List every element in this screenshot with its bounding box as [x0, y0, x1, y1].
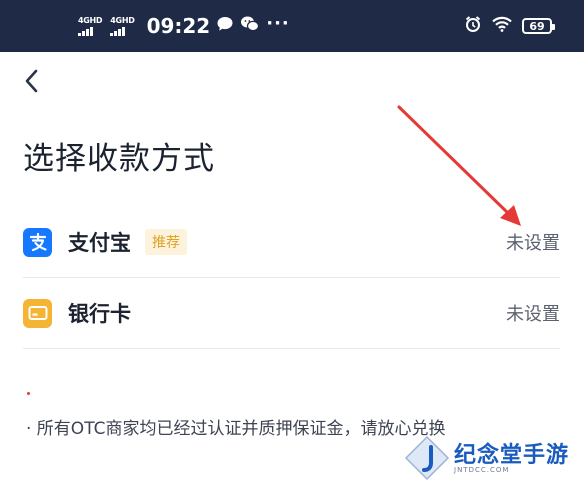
clock: 09:22 — [146, 14, 211, 38]
red-dot-marker — [27, 392, 30, 395]
message-icon — [216, 15, 234, 37]
watermark-subtext: JNTDCC.COM — [454, 466, 510, 474]
alarm-icon — [464, 15, 482, 37]
status-bar-right: 69 — [464, 0, 555, 52]
back-button[interactable] — [18, 66, 48, 96]
network-type-label: 4GHD — [78, 15, 103, 25]
watermark-text: 纪念堂手游 — [454, 443, 570, 468]
status-bar-left: 4GHD 4GHD 09:22 ··· — [78, 0, 290, 52]
recommended-badge: 推荐 — [145, 229, 187, 255]
chevron-left-icon — [25, 69, 38, 93]
page-title: 选择收款方式 — [23, 141, 215, 177]
payment-method-bank-card[interactable]: 银行卡 未设置 — [23, 278, 560, 348]
divider — [23, 348, 560, 349]
alipay-icon — [23, 227, 52, 257]
bank-card-icon — [23, 298, 52, 328]
wechat-icon — [240, 15, 260, 37]
watermark-diamond-icon — [404, 435, 450, 481]
payment-method-status[interactable]: 未设置 — [506, 300, 560, 326]
more-notifications-icon: ··· — [266, 12, 290, 34]
network-type-label-2: 4GHD — [110, 15, 135, 25]
wifi-icon — [492, 16, 512, 36]
signal-icon: 4GHD — [78, 15, 103, 36]
info-note: · 所有OTC商家均已经过认证并质押保证金，请放心兑换 — [26, 419, 446, 439]
status-bar: 4GHD 4GHD 09:22 ··· 69 — [0, 0, 584, 52]
battery-icon: 69 — [522, 18, 555, 34]
watermark-logo: 纪念堂手游 JNTDCC.COM — [404, 433, 580, 483]
payment-method-name: 支付宝 — [68, 231, 131, 255]
signal-icon-2: 4GHD — [110, 15, 135, 36]
battery-level: 69 — [529, 19, 545, 33]
payment-method-name: 银行卡 — [68, 302, 131, 326]
payment-method-status[interactable]: 未设置 — [506, 229, 560, 255]
payment-method-alipay[interactable]: 支付宝 推荐 未设置 — [23, 207, 560, 277]
